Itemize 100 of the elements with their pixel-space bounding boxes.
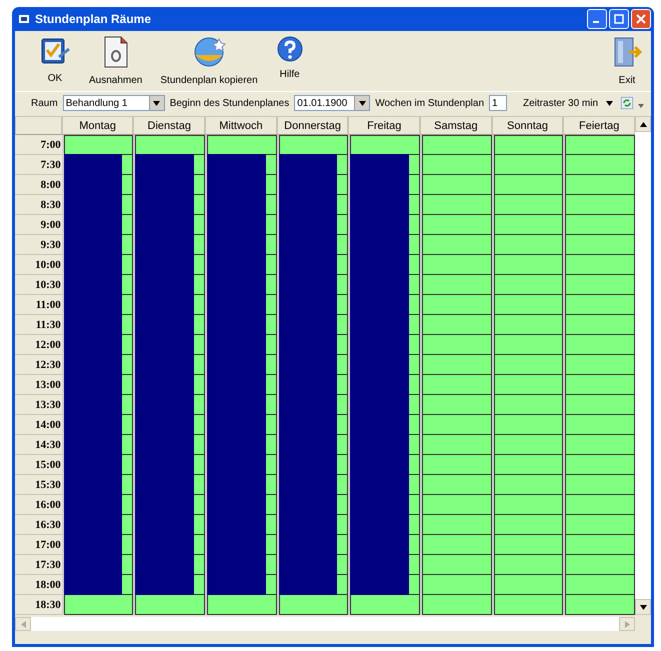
time-slot[interactable] (494, 495, 564, 515)
time-slot[interactable] (278, 575, 348, 595)
time-slot[interactable] (135, 595, 206, 615)
time-slot[interactable] (494, 375, 564, 395)
time-slot[interactable] (494, 575, 564, 595)
toolbar-button[interactable]: OK (37, 33, 73, 86)
time-slot[interactable] (494, 155, 564, 175)
time-slot[interactable] (422, 295, 492, 315)
day-header[interactable]: Sonntag (492, 116, 564, 135)
day-header[interactable]: Dienstag (133, 116, 206, 135)
time-slot[interactable] (422, 515, 492, 535)
time-slot[interactable] (565, 135, 636, 155)
close-button[interactable] (631, 9, 651, 29)
time-slot[interactable] (565, 195, 636, 215)
weeks-input[interactable]: 1 (489, 95, 508, 111)
time-slot[interactable] (422, 495, 492, 515)
time-slot[interactable] (422, 395, 492, 415)
vertical-scrollbar[interactable] (635, 116, 652, 615)
time-slot[interactable] (494, 235, 564, 255)
time-slot[interactable] (494, 475, 564, 495)
scroll-down-button[interactable] (635, 599, 652, 615)
time-slot[interactable] (565, 335, 636, 355)
time-slot[interactable] (422, 335, 492, 355)
time-slot[interactable] (422, 195, 492, 215)
time-slot[interactable] (278, 155, 348, 175)
time-slot[interactable] (494, 135, 564, 155)
time-slot[interactable] (350, 595, 420, 615)
exit-button[interactable]: Exit (609, 33, 645, 88)
day-header[interactable]: Donnerstag (276, 116, 348, 135)
time-slot[interactable] (422, 435, 492, 455)
time-slot[interactable] (494, 275, 564, 295)
time-slot[interactable] (565, 315, 636, 335)
time-slot[interactable] (565, 155, 636, 175)
day-header[interactable]: Montag (62, 116, 134, 135)
time-slot[interactable] (64, 135, 134, 155)
time-slot[interactable] (494, 175, 564, 195)
time-slot[interactable] (565, 295, 636, 315)
time-slot[interactable] (565, 235, 636, 255)
time-slot[interactable] (135, 135, 206, 155)
time-slot[interactable] (422, 555, 492, 575)
time-slot[interactable] (422, 575, 492, 595)
time-slot[interactable] (494, 395, 564, 415)
room-dropdown[interactable]: Behandlung 1 (62, 95, 165, 111)
day-header[interactable]: Mittwoch (205, 116, 277, 135)
refresh-icon[interactable] (621, 97, 634, 109)
time-slot[interactable] (422, 415, 492, 435)
time-slot[interactable] (278, 595, 348, 615)
time-slot[interactable] (494, 315, 564, 335)
time-slot[interactable] (422, 355, 492, 375)
time-slot[interactable] (565, 495, 636, 515)
toolbar-button[interactable]: Stundenplan kopieren (158, 33, 260, 88)
time-slot[interactable] (207, 135, 277, 155)
day-header[interactable]: Samstag (420, 116, 492, 135)
maximize-button[interactable] (609, 9, 629, 29)
toolbar-button[interactable]: Hilfe (274, 33, 306, 82)
time-slot[interactable] (64, 575, 134, 595)
time-slot[interactable] (565, 435, 636, 455)
time-slot[interactable] (494, 255, 564, 275)
time-slot[interactable] (422, 255, 492, 275)
time-slot[interactable] (494, 555, 564, 575)
time-slot[interactable] (422, 275, 492, 295)
chevron-icon[interactable] (638, 104, 644, 108)
time-slot[interactable] (494, 195, 564, 215)
time-slot[interactable] (494, 295, 564, 315)
time-slot[interactable] (350, 575, 420, 595)
time-slot[interactable] (565, 395, 636, 415)
time-slot[interactable] (565, 575, 636, 595)
time-slot[interactable] (494, 515, 564, 535)
time-slot[interactable] (494, 355, 564, 375)
time-slot[interactable] (494, 435, 564, 455)
time-slot[interactable] (494, 335, 564, 355)
time-slot[interactable] (565, 415, 636, 435)
time-slot[interactable] (494, 415, 564, 435)
time-slot[interactable] (207, 155, 277, 175)
toolbar-button[interactable]: Ausnahmen (87, 33, 144, 88)
time-slot[interactable] (422, 215, 492, 235)
time-slot[interactable] (422, 375, 492, 395)
time-slot[interactable] (565, 515, 636, 535)
time-slot[interactable] (565, 595, 636, 615)
time-slot[interactable] (422, 175, 492, 195)
day-header[interactable]: Feiertag (563, 116, 636, 135)
time-slot[interactable] (565, 375, 636, 395)
time-slot[interactable] (64, 595, 134, 615)
time-slot[interactable] (207, 575, 277, 595)
time-slot[interactable] (422, 535, 492, 555)
time-slot[interactable] (494, 455, 564, 475)
time-slot[interactable] (350, 155, 420, 175)
time-slot[interactable] (565, 535, 636, 555)
time-slot[interactable] (422, 135, 492, 155)
time-slot[interactable] (422, 235, 492, 255)
minimize-button[interactable] (587, 9, 607, 29)
day-header[interactable]: Freitag (348, 116, 420, 135)
time-slot[interactable] (135, 155, 206, 175)
time-slot[interactable] (565, 355, 636, 375)
time-slot[interactable] (207, 595, 277, 615)
time-slot[interactable] (278, 135, 348, 155)
time-slot[interactable] (565, 455, 636, 475)
time-slot[interactable] (565, 275, 636, 295)
time-slot[interactable] (422, 595, 492, 615)
time-slot[interactable] (422, 315, 492, 335)
